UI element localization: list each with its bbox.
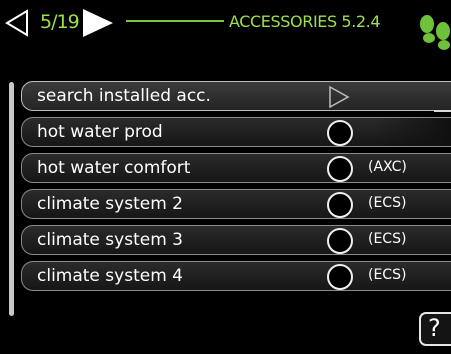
arrow-right-outline-icon	[329, 85, 350, 109]
item-label: hot water comfort	[37, 158, 191, 178]
menu-title: ACCESSORIES 5.2.4	[229, 12, 381, 31]
row-fill	[372, 118, 451, 146]
item-suffix: (ECS)	[368, 195, 407, 211]
help-button[interactable]: ?	[419, 312, 451, 346]
list-item-search-installed-acc[interactable]: search installed acc.	[21, 81, 451, 112]
list-item-hot-water-prod[interactable]: hot water prod	[21, 117, 451, 147]
header-bar: 5/19 ACCESSORIES 5.2.4	[0, 0, 451, 52]
list-item-climate-system-3[interactable]: climate system 3 (ECS)	[21, 225, 451, 255]
help-icon: ?	[428, 314, 441, 342]
item-label: hot water prod	[37, 122, 163, 142]
list-item-climate-system-2[interactable]: climate system 2 (ECS)	[21, 189, 451, 219]
list-item-climate-system-4[interactable]: climate system 4 (ECS)	[21, 261, 451, 291]
arrow-left-icon[interactable]	[4, 8, 30, 38]
radio-unchecked-icon[interactable]	[327, 192, 353, 218]
item-suffix: (ECS)	[368, 267, 407, 283]
radio-unchecked-icon[interactable]	[327, 120, 353, 146]
arrow-right-icon[interactable]	[81, 8, 115, 38]
header-divider	[126, 20, 224, 22]
radio-unchecked-icon[interactable]	[327, 228, 353, 254]
item-label: climate system 4	[37, 266, 183, 286]
item-label: search installed acc.	[37, 86, 211, 106]
radio-unchecked-icon[interactable]	[327, 264, 353, 290]
item-label: climate system 2	[37, 194, 183, 214]
list-item-hot-water-comfort[interactable]: hot water comfort (AXC)	[21, 153, 451, 183]
accessory-list: search installed acc. hot water prod hot…	[21, 81, 451, 297]
footprints-logo-icon	[420, 15, 450, 50]
item-suffix: (ECS)	[368, 231, 407, 247]
scrollbar[interactable]	[9, 82, 14, 316]
page-counter: 5/19	[40, 11, 80, 33]
radio-unchecked-icon[interactable]	[327, 156, 353, 182]
item-label: climate system 3	[37, 230, 183, 250]
selection-indicator	[434, 110, 451, 112]
item-suffix: (AXC)	[368, 159, 407, 175]
